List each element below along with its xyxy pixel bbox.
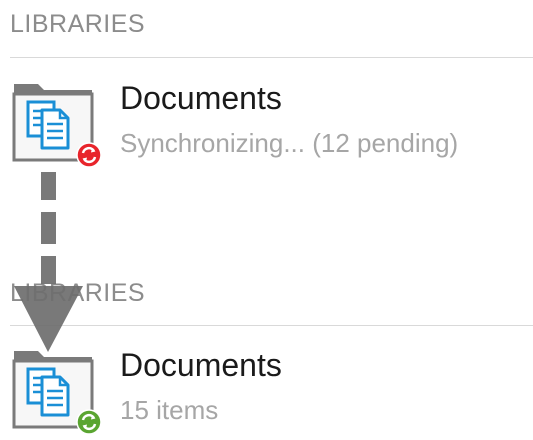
library-status: 15 items — [120, 395, 219, 425]
library-row-documents[interactable]: Documents 15 items — [0, 345, 533, 435]
section-header: LIBRARIES — [10, 279, 146, 307]
library-title: Documents — [120, 347, 282, 383]
library-status: Synchronizing... (12 pending) — [120, 128, 459, 158]
section-divider — [10, 325, 533, 326]
library-row-documents[interactable]: Documents Synchronizing... (12 pending) — [0, 78, 533, 168]
section-divider — [10, 57, 533, 58]
library-title: Documents — [120, 80, 282, 116]
sync-ok-icon — [76, 409, 102, 435]
section-header: LIBRARIES — [10, 10, 146, 38]
sync-error-icon — [76, 142, 102, 168]
